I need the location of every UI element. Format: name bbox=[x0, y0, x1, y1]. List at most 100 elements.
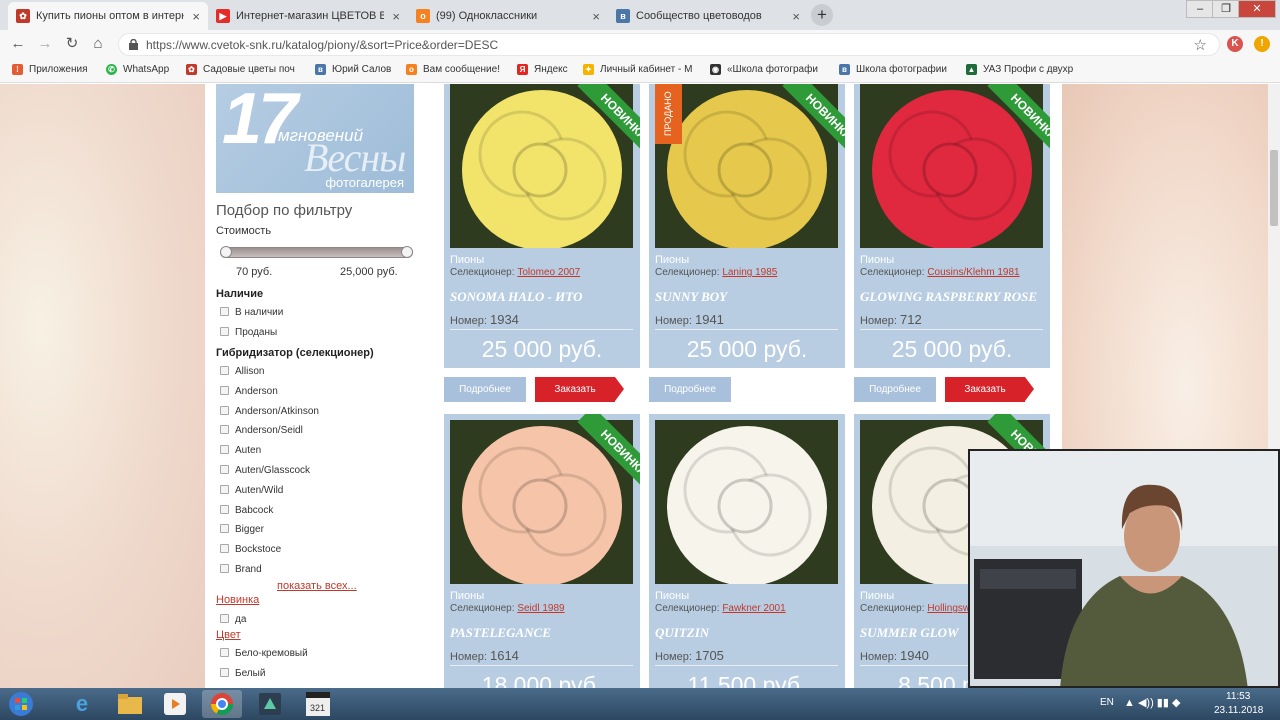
close-icon[interactable]: × bbox=[392, 9, 400, 24]
profile-avatar[interactable]: K bbox=[1227, 36, 1243, 52]
maximize-button[interactable]: ❐ bbox=[1212, 0, 1240, 18]
clock-time[interactable]: 11:53 bbox=[1226, 691, 1250, 702]
breeder-link[interactable]: Cousins/Klehm 1981 bbox=[927, 267, 1019, 278]
close-window-button[interactable]: ✕ bbox=[1238, 0, 1276, 18]
address-bar[interactable]: https://www.cvetok-snk.ru/katalog/piony/… bbox=[118, 33, 1220, 56]
show-all-link[interactable]: показать всех... bbox=[277, 580, 357, 592]
product-name[interactable]: QUITZIN bbox=[655, 626, 835, 639]
breeder-link[interactable]: Tolomeo 2007 bbox=[517, 267, 580, 278]
flower-icon: ✿ bbox=[186, 64, 197, 75]
checkbox-hybridizer[interactable] bbox=[220, 385, 229, 395]
checkbox-color-white[interactable] bbox=[220, 668, 229, 677]
tab-vk[interactable]: в Сообщество цветоводов × bbox=[608, 2, 808, 30]
order-button[interactable]: Заказать bbox=[945, 377, 1034, 402]
home-icon[interactable]: ⌂ bbox=[88, 34, 108, 54]
checkbox-color-cream[interactable] bbox=[220, 648, 229, 657]
checkbox-hybridizer[interactable] bbox=[220, 564, 229, 573]
checkbox-hybridizer[interactable] bbox=[220, 484, 229, 494]
bookmark-garden[interactable]: ✿ Садовые цветы поч bbox=[186, 64, 295, 75]
product-card[interactable]: НОВИНКА Пионы Селекционер: Seidl 1989 PASTE… bbox=[444, 414, 640, 688]
tray-icons[interactable]: ▲ ◀)) ▮▮ ◆ bbox=[1124, 696, 1180, 709]
close-icon[interactable]: × bbox=[792, 9, 800, 24]
checkbox-hybridizer[interactable] bbox=[220, 366, 229, 375]
minimize-button[interactable]: – bbox=[1186, 0, 1214, 18]
checkbox-hybridizer[interactable] bbox=[220, 425, 229, 435]
chrome-taskbar-button[interactable] bbox=[202, 690, 242, 718]
product-name[interactable]: SONOMA HALO - ИТО bbox=[450, 290, 630, 303]
details-button[interactable]: Подробнее bbox=[854, 377, 936, 402]
tab-odnoklassniki[interactable]: о (99) Одноклассники × bbox=[408, 2, 608, 30]
app-taskbar-button[interactable] bbox=[250, 690, 290, 718]
product-card[interactable]: НОВИНКА Пионы Селекционер: Cousins/Klehm 1… bbox=[854, 84, 1050, 368]
checkbox-hybridizer[interactable] bbox=[220, 524, 229, 534]
checkbox-hybridizer[interactable] bbox=[220, 504, 229, 514]
checkbox-label: Auten/Wild bbox=[235, 484, 284, 496]
tab-youtube[interactable]: ▶ Интернет-магазин ЦВЕТОВ Вор × bbox=[208, 2, 408, 30]
language-indicator[interactable]: EN bbox=[1100, 697, 1114, 708]
details-button[interactable]: Подробнее bbox=[649, 377, 731, 402]
bookmark-star-icon[interactable]: ☆ bbox=[1194, 36, 1207, 54]
bookmark-label: «Школа фотографи bbox=[727, 64, 818, 75]
folder-icon bbox=[118, 694, 142, 714]
checkbox-hybridizer[interactable] bbox=[220, 465, 229, 474]
checkbox-hybridizer[interactable] bbox=[220, 445, 229, 455]
breeder-link[interactable]: Hollingsw bbox=[927, 603, 970, 614]
product-name[interactable]: PASTELEGANCE bbox=[450, 626, 630, 639]
slider-min-handle[interactable] bbox=[220, 246, 232, 258]
reload-icon[interactable]: ↻ bbox=[62, 34, 82, 54]
product-name[interactable]: GLOWING RASPBERRY ROSE bbox=[860, 290, 1040, 303]
checkbox-label: Auten bbox=[235, 445, 262, 457]
checkbox-hybridizer[interactable] bbox=[220, 405, 229, 415]
clock-date[interactable]: 23.11.2018 bbox=[1214, 705, 1263, 716]
checkbox-hybridizer[interactable] bbox=[220, 544, 229, 554]
bookmark-label: Садовые цветы поч bbox=[203, 64, 295, 75]
forward-icon[interactable]: → bbox=[35, 34, 55, 54]
slider-max-handle[interactable] bbox=[401, 246, 413, 258]
breeder-link[interactable]: Laning 1985 bbox=[722, 267, 777, 278]
extension-icon[interactable]: ! bbox=[1254, 36, 1270, 52]
odnoklassniki-icon: о bbox=[406, 64, 417, 75]
checkbox-new-yes[interactable] bbox=[220, 614, 229, 623]
bookmark-message[interactable]: о Вам сообщение! bbox=[406, 64, 500, 75]
bookmark-yandex[interactable]: Я Яндекс bbox=[517, 64, 568, 75]
explorer-taskbar-button[interactable] bbox=[110, 690, 150, 718]
checkbox-sold[interactable] bbox=[220, 327, 229, 336]
new-filter-title[interactable]: Новинка bbox=[216, 594, 259, 606]
product-card[interactable]: Пионы Селекционер: Fawkner 2001 QUITZIN Ном… bbox=[649, 414, 845, 688]
media-player-taskbar-button[interactable] bbox=[155, 690, 195, 718]
price-slider[interactable] bbox=[220, 246, 413, 258]
ie-taskbar-button[interactable]: e bbox=[62, 690, 102, 718]
bookmark-uaz[interactable]: ▲ УАЗ Профи с двухр bbox=[966, 64, 1073, 75]
peony-photo[interactable] bbox=[655, 420, 838, 584]
bookmark-photo-school-vk[interactable]: в Школа фотографии bbox=[839, 64, 947, 75]
bookmark-whatsapp[interactable]: ✆ WhatsApp bbox=[106, 64, 169, 75]
odnoklassniki-icon: о bbox=[416, 9, 430, 23]
order-button[interactable]: Заказать bbox=[535, 377, 624, 402]
close-icon[interactable]: × bbox=[592, 9, 600, 24]
url-text[interactable]: https://www.cvetok-snk.ru/katalog/piony/… bbox=[146, 38, 498, 52]
youtube-icon: ▶ bbox=[216, 9, 230, 23]
details-button[interactable]: Подробнее bbox=[444, 377, 526, 402]
bookmark-photo-school[interactable]: ◉ «Школа фотографи bbox=[710, 64, 818, 75]
color-filter-title[interactable]: Цвет bbox=[216, 629, 241, 641]
product-breeder: Селекционер: Hollingsw bbox=[860, 603, 970, 614]
video-taskbar-button[interactable]: 321 bbox=[298, 690, 338, 718]
bookmark-cabinet[interactable]: ✦ Личный кабинет - М bbox=[583, 64, 692, 75]
start-button[interactable] bbox=[2, 690, 40, 718]
breeder-link[interactable]: Seidl 1989 bbox=[517, 603, 564, 614]
bookmark-salov[interactable]: в Юрий Салов bbox=[315, 64, 391, 75]
product-name[interactable]: SUNNY BOY bbox=[655, 290, 835, 303]
tab-katalog[interactable]: ✿ Купить пионы оптом в интернет × bbox=[8, 2, 208, 30]
product-card[interactable]: ПРОДАНО НОВИНКА Пионы Селекционер: Laning 1… bbox=[649, 84, 845, 368]
close-icon[interactable]: × bbox=[192, 9, 200, 24]
checkbox-in-stock[interactable] bbox=[220, 307, 229, 316]
breeder-link[interactable]: Fawkner 2001 bbox=[722, 603, 785, 614]
bookmark-apps[interactable]: ⁞ Приложения bbox=[12, 64, 88, 75]
product-number: Номер: 1934 bbox=[450, 312, 519, 327]
scrollbar-thumb[interactable] bbox=[1270, 150, 1278, 226]
product-category: Пионы bbox=[450, 254, 485, 266]
gallery-banner[interactable]: 17 мгновений Весны фотогалерея bbox=[216, 84, 414, 193]
product-card[interactable]: НОВИНКА Пионы Селекционер: Tolomeo 2007 SON… bbox=[444, 84, 640, 368]
back-icon[interactable]: ← bbox=[8, 34, 28, 54]
new-tab-button[interactable]: + bbox=[811, 4, 833, 26]
